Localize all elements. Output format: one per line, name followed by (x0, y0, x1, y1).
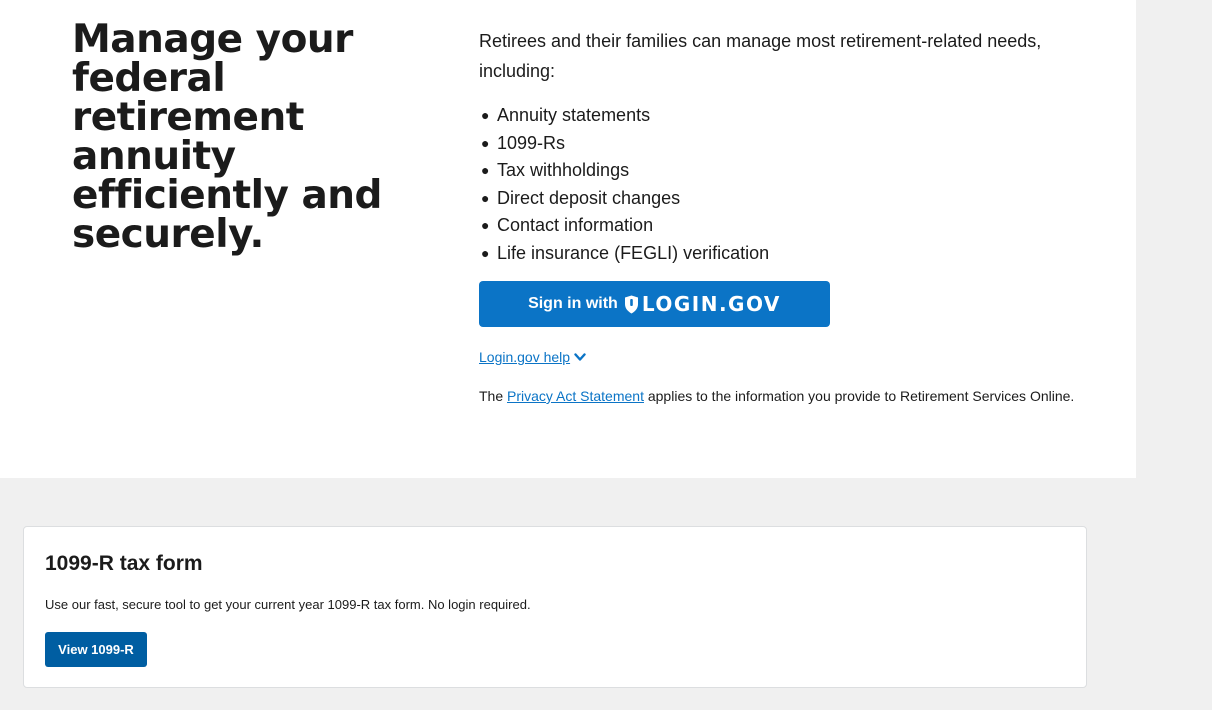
intro-text: Retirees and their families can manage m… (479, 31, 1042, 81)
list-item: ● Life insurance (FEGLI) verification (479, 240, 1099, 268)
card-description: Use our fast, secure tool to get your cu… (45, 597, 531, 612)
login-gov-brand: LOGIN.GOV (641, 292, 781, 316)
list-item: ● Annuity statements (479, 102, 1099, 130)
shield-icon (624, 295, 638, 313)
hero-section: Manage your federal retirement annuity e… (0, 0, 1136, 478)
list-item: ● Contact information (479, 212, 1099, 240)
privacy-act-statement-link[interactable]: Privacy Act Statement (507, 388, 644, 404)
tax-form-card: 1099-R tax form Use our fast, secure too… (23, 526, 1087, 688)
sign-in-label: Sign in with (528, 295, 618, 312)
privacy-notice: The Privacy Act Statement applies to the… (479, 388, 1075, 404)
bullet-icon: ● (481, 244, 490, 261)
card-title: 1099-R tax form (45, 552, 203, 575)
side-panel (1136, 0, 1212, 710)
needs-list: ● Annuity statements ● 1099-Rs ● Tax withho… (479, 102, 1099, 267)
bullet-icon: ● (481, 107, 490, 123)
list-item: ● Direct deposit changes (479, 185, 1099, 213)
list-item: ● Tax withholdings (479, 157, 1099, 185)
bullet-icon: ● (481, 189, 490, 206)
login-gov-help-toggle[interactable]: Login.gov help (479, 349, 586, 365)
bullet-icon: ● (481, 162, 490, 178)
list-item: ● 1099-Rs (479, 130, 1099, 158)
help-link-label: Login.gov help (479, 349, 571, 365)
bullet-icon: ● (481, 217, 490, 233)
chevron-down-icon (574, 352, 586, 361)
page-title: Manage your federal retirement annuity e… (72, 17, 382, 257)
bullet-icon: ● (481, 134, 490, 151)
page: Manage your federal retirement annuity e… (0, 0, 1136, 710)
sign-in-login-gov-button[interactable]: Sign in with LOGIN.GOV (479, 281, 830, 327)
view-1099r-button[interactable]: View 1099-R (45, 632, 147, 667)
hero-details: Retirees and their families can manage m… (479, 26, 1099, 407)
